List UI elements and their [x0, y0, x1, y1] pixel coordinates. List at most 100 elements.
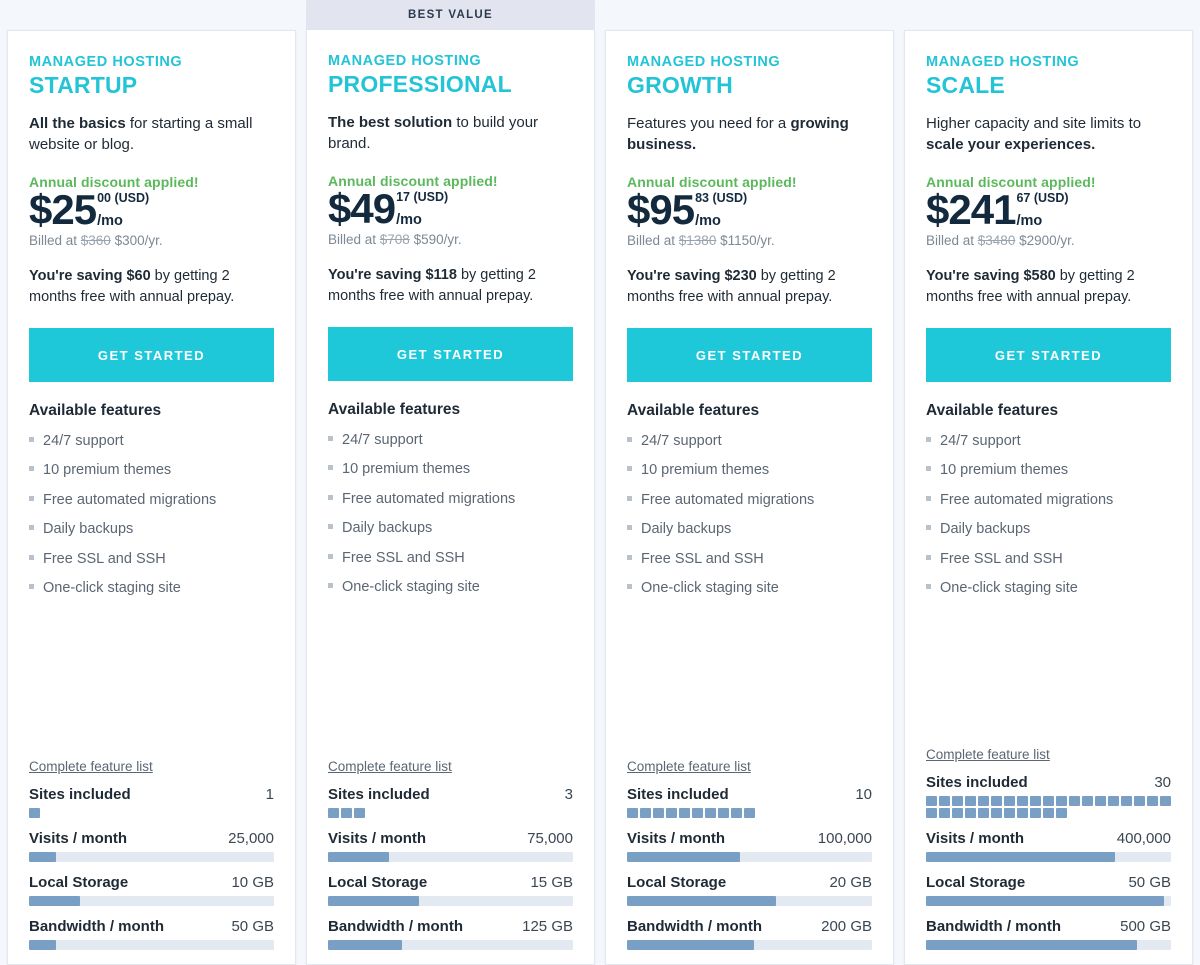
feature-label: Daily backups — [342, 520, 433, 537]
bullet-square-icon — [627, 584, 632, 590]
bullet-square-icon — [926, 495, 931, 501]
metric-label: Bandwidth / month — [328, 918, 463, 935]
metric-bar-fill — [926, 940, 1137, 950]
bullet-square-icon — [328, 553, 333, 559]
bullet-square-icon — [627, 554, 632, 560]
savings-amount: You're saving $230 — [627, 268, 757, 285]
bullet-square-icon — [328, 494, 333, 500]
bullet-square-icon — [29, 466, 34, 472]
site-block — [926, 796, 937, 806]
metric-value: 500 GB — [1120, 918, 1171, 935]
pricing-card-startup: MANAGED HOSTING STARTUP All the basics for… — [7, 30, 296, 965]
metric-bar-fill — [29, 940, 56, 950]
complete-feature-list-link[interactable]: Complete feature list — [627, 759, 751, 774]
price-row: $25 00 (USD) /mo — [29, 186, 274, 234]
bullet-square-icon — [627, 466, 632, 472]
bullet-square-icon — [627, 436, 632, 442]
price-side: 83 (USD) /mo — [695, 188, 747, 228]
price-amount: $95 — [627, 186, 695, 234]
complete-feature-list-link[interactable]: Complete feature list — [926, 747, 1050, 762]
get-started-button[interactable]: GET STARTED — [926, 328, 1171, 383]
pricing-column-scale: MANAGED HOSTING SCALE Higher capacity and … — [899, 0, 1198, 965]
feature-label: 24/7 support — [940, 432, 1021, 449]
site-block — [1160, 796, 1171, 806]
feature-list-item: 10 premium themes — [29, 456, 274, 486]
metric-value: 10 — [855, 786, 872, 803]
feature-list-item: 24/7 support — [29, 426, 274, 456]
get-started-button[interactable]: GET STARTED — [627, 328, 872, 383]
feature-list-item: Free SSL and SSH — [328, 543, 573, 573]
features-list: 24/7 support 10 premium themes Free automa… — [926, 426, 1171, 603]
feature-label: Free automated migrations — [641, 491, 815, 508]
price-amount: $25 — [29, 186, 97, 234]
metric-bandwidth-per-month: Bandwidth / month 500 GB — [926, 918, 1171, 950]
savings-amount: You're saving $118 — [328, 267, 457, 284]
metric-local-storage: Local Storage 20 GB — [627, 874, 872, 906]
plan-name: SCALE — [926, 72, 1005, 99]
feature-list-item: Daily backups — [926, 515, 1171, 545]
features-list: 24/7 support 10 premium themes Free automa… — [29, 426, 274, 603]
sites-block-meter — [627, 808, 872, 818]
pricing-grid: MANAGED HOSTING STARTUP All the basics for… — [0, 0, 1200, 965]
site-block — [744, 808, 755, 818]
feature-list-item: One-click staging site — [328, 573, 573, 603]
billed-discounted-price: $1150/yr. — [720, 233, 775, 249]
complete-feature-list-link[interactable]: Complete feature list — [29, 759, 153, 774]
billed-discounted-price: $300/yr. — [114, 233, 163, 249]
site-block — [939, 808, 950, 818]
feature-label: 24/7 support — [43, 432, 124, 449]
price-currency: (USD) — [114, 191, 150, 206]
metric-label: Sites included — [926, 774, 1028, 791]
available-features-title: Available features — [627, 402, 760, 420]
metric-bar-track — [926, 852, 1171, 862]
bullet-square-icon — [328, 435, 333, 441]
site-block — [705, 808, 716, 818]
site-block — [29, 808, 40, 818]
metric-header: Local Storage 20 GB — [627, 874, 872, 891]
site-block — [354, 808, 365, 818]
plan-tagline: All the basics for starting a small webs… — [29, 113, 274, 157]
bullet-square-icon — [29, 436, 34, 442]
metric-value: 50 GB — [231, 918, 274, 935]
bullet-square-icon — [29, 584, 34, 590]
feature-label: One-click staging site — [641, 580, 779, 597]
metric-header: Bandwidth / month 500 GB — [926, 918, 1171, 935]
metric-header: Sites included 1 — [29, 786, 274, 803]
get-started-button[interactable]: GET STARTED — [328, 327, 573, 382]
metrics-section: Sites included 10 Visits / month 100,000 Loc… — [627, 786, 872, 950]
pricing-column-professional: BEST VALUE MANAGED HOSTING PROFESSIONAL The… — [301, 0, 600, 965]
price-amount: $241 — [926, 186, 1016, 234]
get-started-button[interactable]: GET STARTED — [29, 328, 274, 383]
metric-value: 3 — [564, 786, 573, 803]
metric-bar-fill — [29, 896, 81, 906]
site-block — [1030, 796, 1041, 806]
price-row: $49 17 (USD) /mo — [328, 186, 573, 231]
best-value-slot: BEST VALUE — [306, 0, 595, 30]
plan-tagline: The best solution to build your brand. — [328, 112, 573, 156]
metric-bar-fill — [627, 852, 740, 862]
metric-sites-included: Sites included 30 — [926, 774, 1171, 818]
metric-value: 125 GB — [522, 918, 573, 935]
metric-label: Local Storage — [29, 874, 129, 891]
site-block — [1121, 796, 1132, 806]
billed-prefix: Billed at — [627, 233, 679, 249]
site-block — [328, 808, 339, 818]
metric-local-storage: Local Storage 15 GB — [328, 874, 573, 906]
metric-bar-track — [328, 852, 573, 862]
bullet-square-icon — [328, 524, 333, 530]
site-block — [718, 808, 729, 818]
savings-note: You're saving $230 by getting 2 months f… — [627, 266, 872, 308]
site-block — [952, 808, 963, 818]
metric-header: Sites included 30 — [926, 774, 1171, 791]
site-block — [341, 808, 352, 818]
price-period: /mo — [695, 212, 721, 229]
metric-header: Local Storage 50 GB — [926, 874, 1171, 891]
available-features-title: Available features — [29, 402, 162, 420]
site-block — [1004, 808, 1015, 818]
metric-bandwidth-per-month: Bandwidth / month 125 GB — [328, 918, 573, 950]
complete-feature-list-link[interactable]: Complete feature list — [328, 759, 452, 774]
bullet-square-icon — [926, 466, 931, 472]
billed-original-price: $3480 — [977, 233, 1016, 249]
plan-tagline: Higher capacity and site limits to scale… — [926, 113, 1171, 157]
metric-value: 1 — [265, 786, 274, 803]
